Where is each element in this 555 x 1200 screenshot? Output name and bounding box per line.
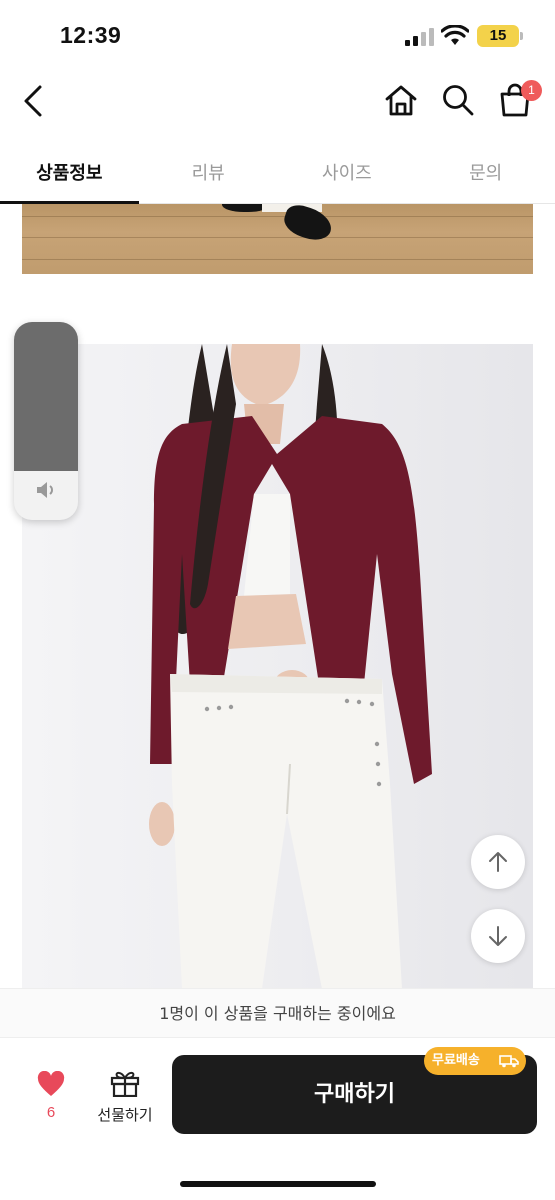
product-image-floor	[22, 204, 533, 274]
battery-indicator: 15	[477, 25, 519, 47]
cellular-signal-icon	[405, 28, 434, 46]
app-header: 1	[0, 70, 555, 134]
floor-plank-line	[22, 216, 533, 217]
bottom-action-bar: 6 선물하기 구매하기 무료배송	[0, 1039, 555, 1200]
scroll-to-bottom-button[interactable]	[471, 909, 525, 963]
back-arrow-icon[interactable]	[20, 84, 50, 118]
free-shipping-label: 무료배송	[432, 1053, 480, 1068]
like-button[interactable]: 6	[28, 1071, 74, 1131]
truck-icon	[499, 1055, 519, 1068]
gift-button[interactable]: 선물하기	[90, 1069, 160, 1131]
arrow-down-icon	[489, 926, 507, 946]
floor-plank-line	[22, 259, 533, 260]
wifi-icon	[441, 25, 469, 45]
tab-reviews[interactable]: 리뷰	[139, 140, 278, 203]
status-time: 12:39	[60, 22, 122, 48]
status-bar: 12:39 15	[0, 0, 555, 70]
tab-product-info[interactable]: 상품정보	[0, 140, 139, 204]
volume-level-fill	[14, 322, 78, 471]
battery-tip	[520, 32, 523, 40]
cart-count-badge: 1	[521, 80, 542, 101]
home-icon[interactable]	[383, 82, 419, 118]
gift-label: 선물하기	[97, 1106, 153, 1124]
tab-size[interactable]: 사이즈	[278, 140, 417, 203]
model-illustration	[149, 344, 432, 989]
gift-icon	[110, 1071, 140, 1097]
floor-plank-line	[22, 237, 533, 238]
like-count: 6	[46, 1104, 56, 1121]
heart-icon	[37, 1071, 65, 1096]
scroll-to-top-button[interactable]	[471, 835, 525, 889]
free-shipping-badge: 무료배송	[424, 1047, 526, 1075]
home-indicator	[180, 1181, 376, 1187]
purchase-activity-banner: 1명이 이 상품을 구매하는 중이에요	[0, 988, 555, 1038]
arrow-up-icon	[489, 852, 507, 872]
tab-inquiry[interactable]: 문의	[416, 140, 555, 203]
product-image-main	[22, 344, 533, 989]
search-icon[interactable]	[440, 82, 476, 118]
shoe-shape	[280, 204, 336, 245]
speaker-icon	[37, 482, 53, 498]
product-tabs: 상품정보 리뷰 사이즈 문의	[0, 140, 555, 204]
volume-indicator	[14, 322, 78, 520]
